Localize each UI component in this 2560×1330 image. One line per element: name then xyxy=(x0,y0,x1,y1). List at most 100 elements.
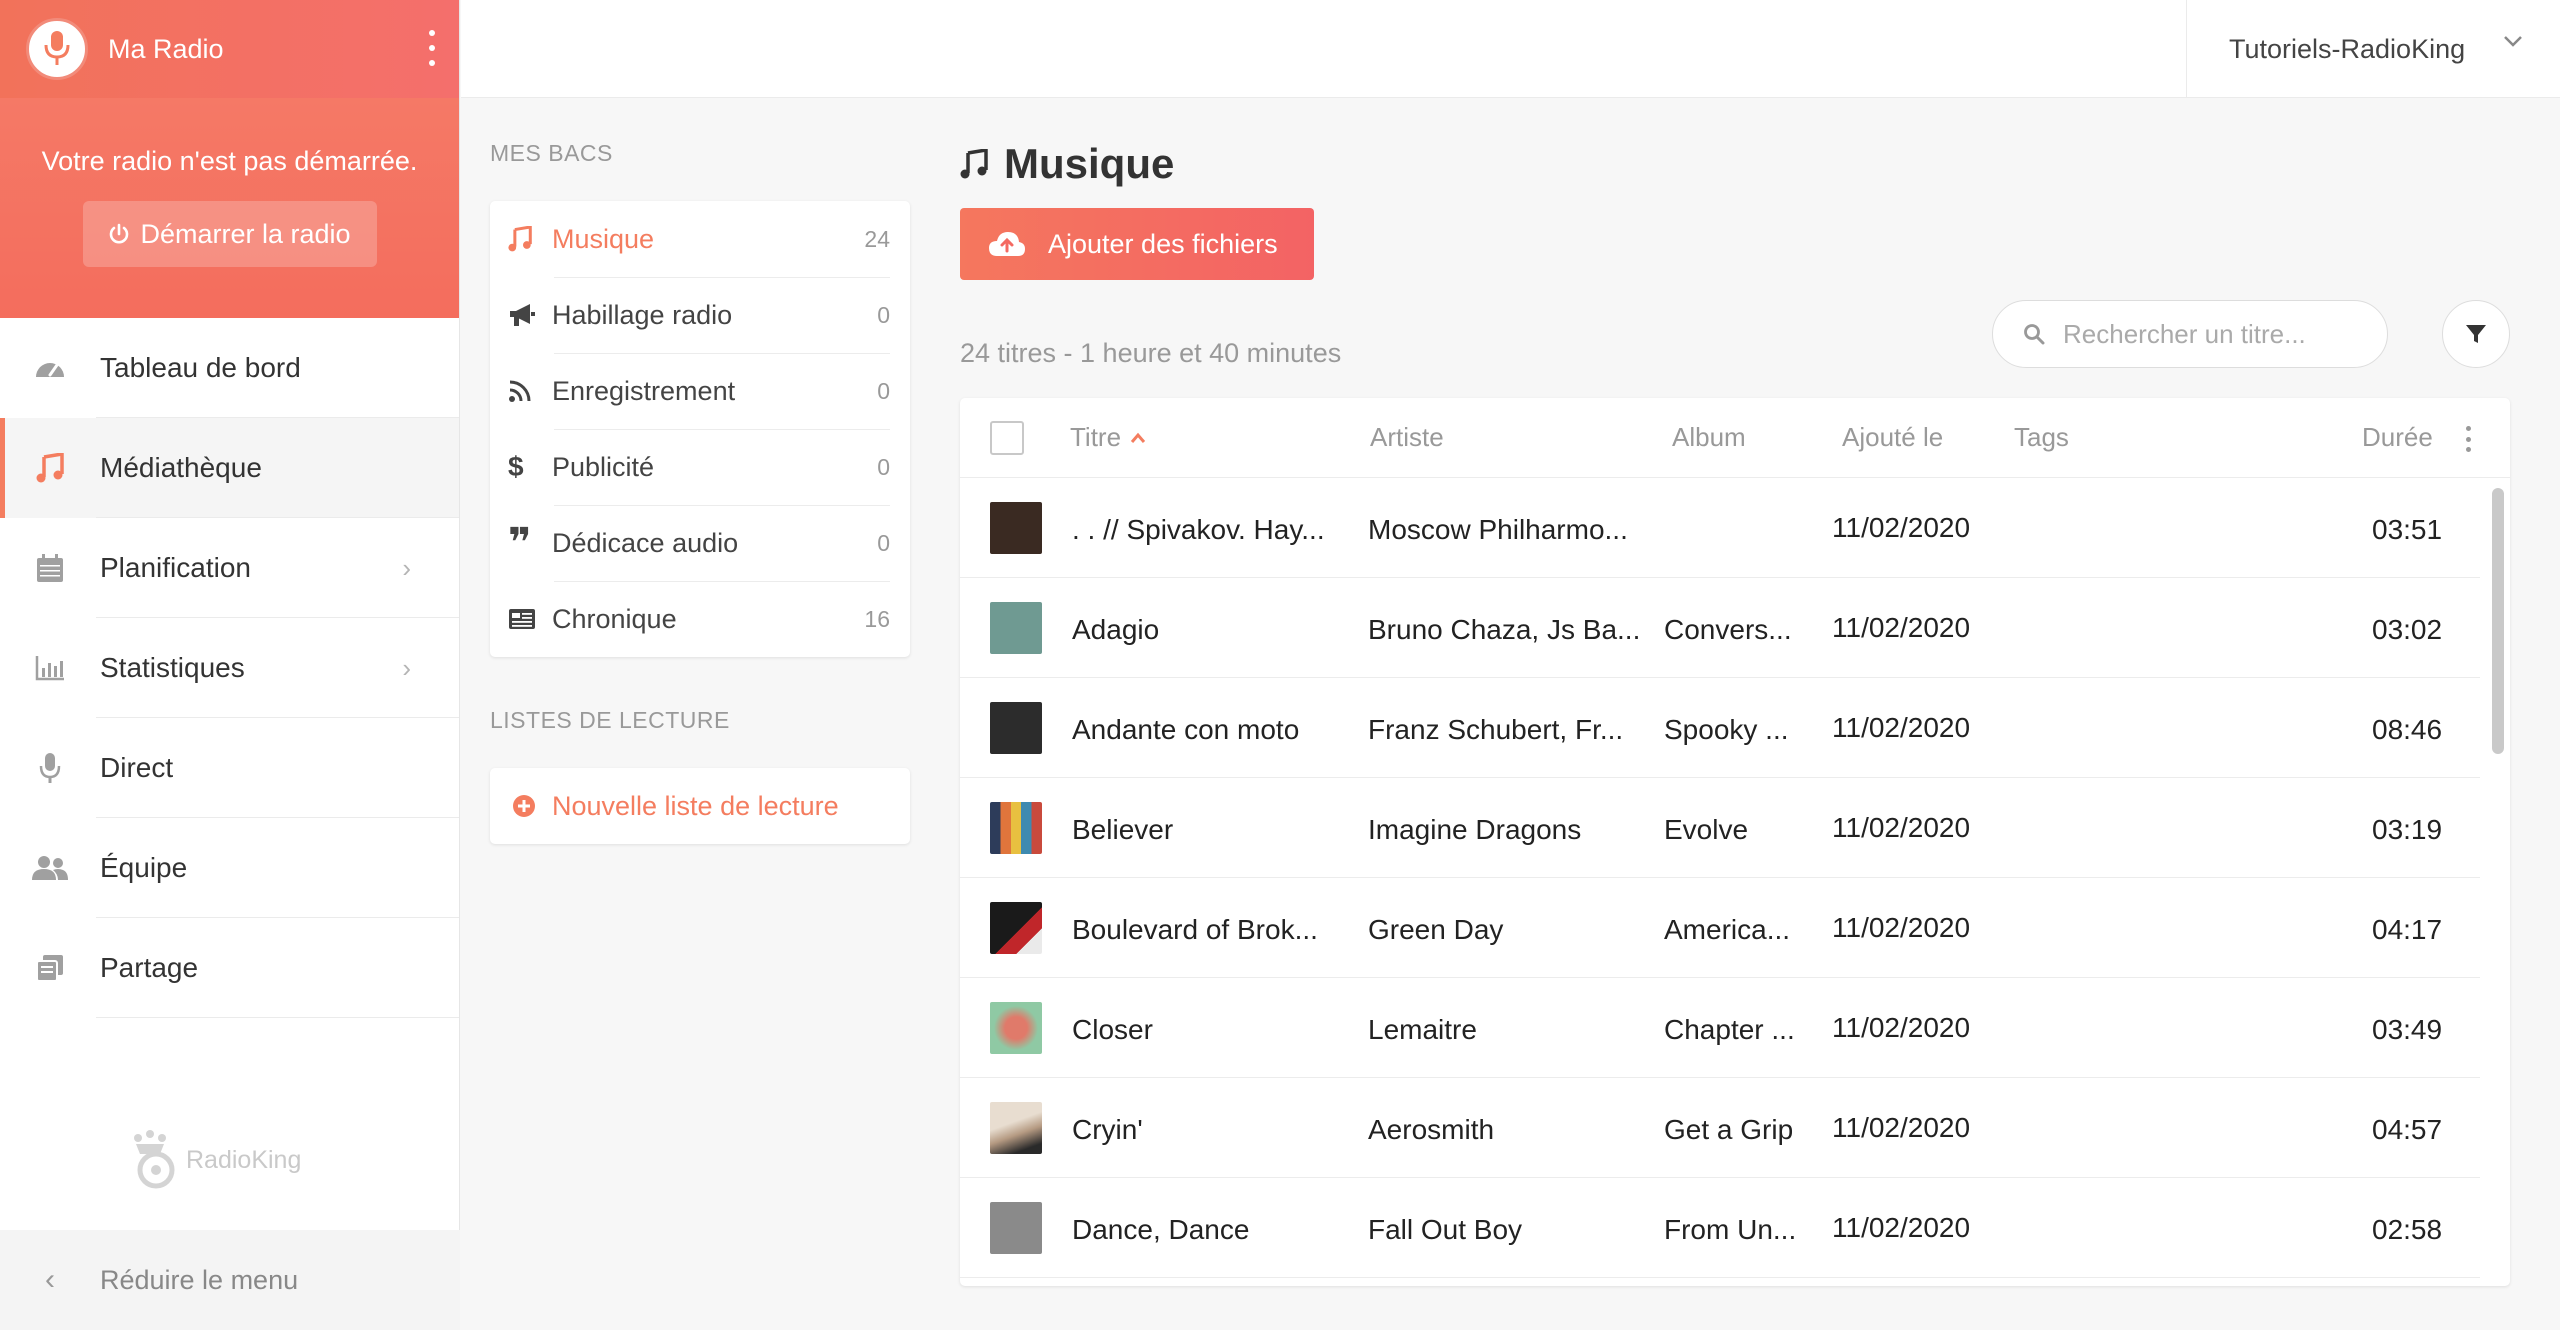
bin-count: 16 xyxy=(864,605,890,632)
table-row[interactable]: Cryin' Aerosmith Get a Grip 11/02/2020 0… xyxy=(960,1078,2480,1178)
table-row[interactable]: Closer Lemaitre Chapter ... 11/02/2020 0… xyxy=(960,978,2480,1078)
crown-logo-icon xyxy=(134,1130,175,1189)
radioking-logo: RadioKing xyxy=(130,1130,301,1190)
tracks-table: Titre Artiste Album Ajouté le Tags Durée… xyxy=(960,398,2510,1286)
add-files-label: Ajouter des fichiers xyxy=(1048,228,1278,259)
album-cover xyxy=(990,702,1042,754)
start-radio-button[interactable]: Démarrer la radio xyxy=(82,201,377,267)
track-album: Evolve xyxy=(1664,814,1749,845)
radio-status-text: Votre radio n'est pas démarrée. xyxy=(41,146,418,176)
music-note-icon xyxy=(508,226,544,252)
header-titre[interactable]: Titre xyxy=(1070,422,1147,453)
header-artiste[interactable]: Artiste xyxy=(1370,422,1444,453)
bin-label: Chronique xyxy=(552,603,677,634)
radio-status-panel: Votre radio n'est pas démarrée. Démarrer… xyxy=(0,98,459,318)
bar-chart-icon xyxy=(0,655,100,681)
track-album: Chapter ... xyxy=(1664,1014,1795,1045)
header-ajoute[interactable]: Ajouté le xyxy=(1842,422,1943,453)
bin-item-chronique[interactable]: Chronique 16 xyxy=(490,581,910,657)
track-duration: 03:51 xyxy=(2372,514,2443,545)
quote-icon: ❞ xyxy=(508,521,532,565)
track-title: Closer xyxy=(1072,1014,1153,1045)
nav-item-direct[interactable]: Direct xyxy=(0,718,459,818)
bin-list: Musique 24 Habillage radio 0 Enregistrem… xyxy=(490,201,910,657)
track-added-date: 11/02/2020 xyxy=(1832,512,1971,543)
filter-button[interactable] xyxy=(2442,300,2510,368)
brand-header: Ma Radio xyxy=(0,0,459,98)
search-box[interactable] xyxy=(1992,300,2388,368)
dashboard-icon xyxy=(0,353,100,383)
reduce-menu-button[interactable]: ‹ Réduire le menu xyxy=(0,1230,460,1330)
nav-item-partage[interactable]: Partage xyxy=(0,918,459,1018)
bin-item-musique[interactable]: Musique 24 xyxy=(490,201,910,277)
nav-item-planification[interactable]: Planification › xyxy=(0,518,459,618)
table-header: Titre Artiste Album Ajouté le Tags Durée xyxy=(960,398,2510,478)
microphone-icon xyxy=(0,752,100,784)
track-title: Cryin' xyxy=(1072,1114,1143,1145)
search-input[interactable] xyxy=(2063,318,2363,350)
bin-item-habillage[interactable]: Habillage radio 0 xyxy=(490,277,910,353)
header-album[interactable]: Album xyxy=(1672,422,1746,453)
nav-label: Statistiques xyxy=(100,652,245,683)
bin-item-enregistrement[interactable]: Enregistrement 0 xyxy=(490,353,910,429)
columns-more-icon[interactable] xyxy=(2466,426,2472,452)
track-artist: Lemaitre xyxy=(1368,1014,1477,1045)
nav-item-mediatheque[interactable]: Médiathèque xyxy=(0,418,459,518)
bin-count: 0 xyxy=(877,377,890,404)
select-all-checkbox[interactable] xyxy=(990,420,1024,455)
add-files-button[interactable]: Ajouter des fichiers xyxy=(960,208,1314,280)
brand-more-icon[interactable] xyxy=(427,30,437,66)
track-duration: 03:19 xyxy=(2372,814,2443,845)
nav-label: Partage xyxy=(100,952,199,983)
nav-item-equipe[interactable]: Équipe xyxy=(0,818,459,918)
header-duree[interactable]: Durée xyxy=(2362,422,2433,453)
bin-item-dedicace[interactable]: ❞ Dédicace audio 0 xyxy=(490,505,910,581)
bin-label: Enregistrement xyxy=(552,375,736,406)
track-artist: Green Day xyxy=(1368,914,1504,945)
nav-item-dashboard[interactable]: Tableau de bord xyxy=(0,318,459,418)
nav-item-statistiques[interactable]: Statistiques › xyxy=(0,618,459,718)
table-row[interactable]: Adagio Bruno Chaza, Js Ba... Convers... … xyxy=(960,578,2480,678)
plus-circle-icon xyxy=(513,795,535,817)
track-artist: Imagine Dragons xyxy=(1368,814,1582,845)
bin-item-publicite[interactable]: $ Publicité 0 xyxy=(490,429,910,505)
track-artist: Franz Schubert, Fr... xyxy=(1368,714,1624,745)
tracks-summary: 24 titres - 1 heure et 40 minutes xyxy=(960,338,1342,368)
track-duration: 04:57 xyxy=(2372,1114,2443,1145)
table-row[interactable]: Andante con moto Franz Schubert, Fr... S… xyxy=(960,678,2480,778)
track-title: Adagio xyxy=(1072,614,1160,645)
nav-label: Médiathèque xyxy=(100,452,262,483)
track-album: From Un... xyxy=(1664,1214,1797,1245)
table-row[interactable]: Believer Imagine Dragons Evolve 11/02/20… xyxy=(960,778,2480,878)
track-added-date: 11/02/2020 xyxy=(1832,1012,1971,1043)
table-scrollbar[interactable] xyxy=(2492,488,2504,754)
radio-logo-icon[interactable] xyxy=(26,18,88,80)
chevron-down-icon xyxy=(2504,36,2522,47)
album-cover xyxy=(990,602,1042,654)
new-playlist-button[interactable]: Nouvelle liste de lecture xyxy=(490,768,910,844)
track-title: Boulevard of Brok... xyxy=(1072,914,1318,945)
bin-label: Publicité xyxy=(552,451,655,482)
table-row[interactable]: Boulevard of Brok... Green Day America..… xyxy=(960,878,2480,978)
track-added-date: 11/02/2020 xyxy=(1832,712,1971,743)
share-icon xyxy=(0,953,100,983)
track-duration: 04:17 xyxy=(2372,914,2443,945)
track-artist: Aerosmith xyxy=(1368,1114,1495,1145)
top-bar: Tutoriels-RadioKing xyxy=(461,0,2560,98)
table-row[interactable]: . . // Spivakov. Hay... Moscow Philharmo… xyxy=(960,478,2480,578)
megaphone-icon xyxy=(508,302,544,328)
account-selector[interactable]: Tutoriels-RadioKing xyxy=(2186,0,2560,98)
table-row[interactable]: Dance, Dance Fall Out Boy From Un... 11/… xyxy=(960,1178,2480,1278)
music-main: Musique Ajouter des fichiers 24 titres -… xyxy=(960,140,2510,1286)
page-title-text: Musique xyxy=(1004,140,1175,187)
track-duration: 03:02 xyxy=(2372,614,2443,645)
nav-label: Équipe xyxy=(100,852,188,883)
track-title: Andante con moto xyxy=(1072,714,1300,745)
dollar-icon: $ xyxy=(508,451,524,482)
track-duration: 08:46 xyxy=(2372,714,2443,745)
track-duration: 03:49 xyxy=(2372,1014,2443,1045)
chevron-right-icon: › xyxy=(402,552,411,583)
chevron-right-icon: › xyxy=(402,652,411,683)
album-cover xyxy=(990,1102,1042,1154)
main-nav: Tableau de bord Médiathèque Planificatio… xyxy=(0,318,459,1018)
